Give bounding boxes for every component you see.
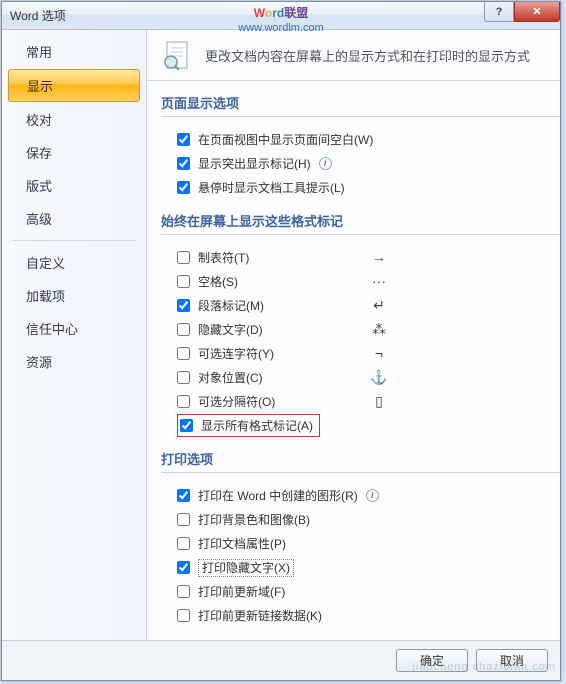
sidebar-item-customize[interactable]: 自定义: [8, 247, 140, 278]
option-checkbox[interactable]: [177, 489, 190, 502]
section-page-display: 页面显示选项: [161, 81, 560, 117]
option-label: 可选分隔符(O): [198, 393, 275, 410]
option-row: 打印背景色和图像(B): [161, 507, 560, 531]
option-label: 可选连字符(Y): [198, 345, 274, 362]
option-label: 在页面视图中显示页面间空白(W): [198, 131, 373, 148]
main-scroll-area[interactable]: 页面显示选项 在页面视图中显示页面间空白(W) 显示突出显示标记(H) i 悬停时显示…: [147, 80, 560, 640]
option-row: 打印隐藏文字(X): [161, 555, 560, 579]
option-label: 空格(S): [198, 273, 238, 290]
option-label: 隐藏文字(D): [198, 321, 263, 338]
option-row: 可选连字符(Y) ¬: [161, 341, 560, 365]
option-label: 显示突出显示标记(H): [198, 155, 311, 172]
option-checkbox[interactable]: [177, 609, 190, 622]
option-row: 打印前更新链接数据(K): [161, 603, 560, 627]
option-row: 制表符(T) →: [161, 245, 560, 269]
option-checkbox[interactable]: [177, 251, 190, 264]
format-symbol: ⁂: [367, 321, 391, 338]
section-print-options: 打印选项: [161, 437, 560, 473]
format-symbol: ▯: [367, 393, 391, 410]
close-button[interactable]: ✕: [514, 2, 560, 22]
option-label: 段落标记(M): [198, 297, 264, 314]
option-row: 打印在 Word 中创建的图形(R) i: [161, 483, 560, 507]
option-row: 打印前更新域(F): [161, 579, 560, 603]
option-label: 制表符(T): [198, 249, 249, 266]
watermark: Word联盟 www.wordlm.com: [238, 4, 324, 34]
ok-button[interactable]: 确定: [396, 649, 468, 672]
page-preview-icon: [161, 40, 195, 70]
option-checkbox[interactable]: [177, 181, 190, 194]
option-checkbox[interactable]: [177, 275, 190, 288]
option-row: 空格(S) ···: [161, 269, 560, 293]
main-header-text: 更改文档内容在屏幕上的显示方式和在打印时的显示方式: [205, 46, 530, 65]
option-label: 打印文档属性(P): [198, 535, 286, 552]
sidebar-item-common[interactable]: 常用: [8, 36, 140, 67]
opt-show-all-marks-row: 显示所有格式标记(A): [161, 413, 560, 437]
sidebar-item-save[interactable]: 保存: [8, 137, 140, 168]
option-row: 对象位置(C) ⚓: [161, 365, 560, 389]
dialog-body: 常用 显示 校对 保存 版式 高级 自定义 加载项 信任中心 资源: [2, 30, 560, 640]
window-title: Word 选项: [6, 7, 66, 24]
format-symbol: ···: [367, 273, 391, 289]
option-label: 打印背景色和图像(B): [198, 511, 310, 528]
option-checkbox[interactable]: [177, 347, 190, 360]
dialog-footer: 确定 取消 jiaocheng.chazidian.com: [2, 640, 560, 680]
checkbox-show-all-marks[interactable]: [180, 419, 193, 432]
option-row: 显示突出显示标记(H) i: [161, 151, 560, 175]
option-label: 打印前更新域(F): [198, 583, 285, 600]
option-checkbox[interactable]: [177, 323, 190, 336]
option-checkbox[interactable]: [177, 513, 190, 526]
sidebar-item-addins[interactable]: 加载项: [8, 280, 140, 311]
format-symbol: ¬: [367, 345, 391, 361]
option-row: 打印文档属性(P): [161, 531, 560, 555]
option-checkbox[interactable]: [177, 585, 190, 598]
main-header: 更改文档内容在屏幕上的显示方式和在打印时的显示方式: [147, 40, 560, 80]
sidebar-separator: [12, 240, 136, 241]
option-checkbox[interactable]: [177, 395, 190, 408]
option-checkbox[interactable]: [177, 561, 190, 574]
label-show-all-marks: 显示所有格式标记(A): [201, 417, 313, 434]
option-row: 隐藏文字(D) ⁂: [161, 317, 560, 341]
option-checkbox[interactable]: [177, 133, 190, 146]
sidebar-item-display[interactable]: 显示: [8, 69, 140, 102]
option-label: 打印前更新链接数据(K): [198, 607, 322, 624]
option-row: 可选分隔符(O) ▯: [161, 389, 560, 413]
option-checkbox[interactable]: [177, 371, 190, 384]
option-row: 在页面视图中显示页面间空白(W): [161, 127, 560, 151]
format-symbol: ⚓: [367, 369, 391, 386]
format-symbol: →: [367, 249, 391, 265]
option-row: 悬停时显示文档工具提示(L): [161, 175, 560, 199]
info-icon[interactable]: i: [319, 157, 332, 170]
option-row: 段落标记(M) ↵: [161, 293, 560, 317]
sidebar-item-resources[interactable]: 资源: [8, 346, 140, 377]
window-controls: ? ✕: [484, 2, 560, 22]
help-button[interactable]: ?: [484, 2, 514, 22]
option-label: 悬停时显示文档工具提示(L): [198, 179, 345, 196]
dialog-window: Word 选项 Word联盟 www.wordlm.com ? ✕ 常用 显示 …: [1, 1, 561, 681]
option-label: 打印在 Word 中创建的图形(R): [198, 487, 358, 504]
sidebar-item-trust[interactable]: 信任中心: [8, 313, 140, 344]
titlebar: Word 选项 Word联盟 www.wordlm.com ? ✕: [2, 2, 560, 30]
option-label: 对象位置(C): [198, 369, 263, 386]
sidebar-item-proofing[interactable]: 校对: [8, 104, 140, 135]
option-checkbox[interactable]: [177, 157, 190, 170]
sidebar-item-layout[interactable]: 版式: [8, 170, 140, 201]
sidebar: 常用 显示 校对 保存 版式 高级 自定义 加载项 信任中心 资源: [2, 30, 147, 640]
highlight-show-all: 显示所有格式标记(A): [177, 414, 320, 437]
option-checkbox[interactable]: [177, 537, 190, 550]
format-symbol: ↵: [367, 297, 391, 314]
sidebar-item-advanced[interactable]: 高级: [8, 203, 140, 234]
option-checkbox[interactable]: [177, 299, 190, 312]
cancel-button[interactable]: 取消: [476, 649, 548, 672]
option-label: 打印隐藏文字(X): [198, 559, 294, 576]
section-formatting-marks: 始终在屏幕上显示这些格式标记: [161, 199, 560, 235]
main-panel: 更改文档内容在屏幕上的显示方式和在打印时的显示方式 页面显示选项 在页面视图中显…: [147, 30, 560, 640]
info-icon[interactable]: i: [366, 489, 379, 502]
